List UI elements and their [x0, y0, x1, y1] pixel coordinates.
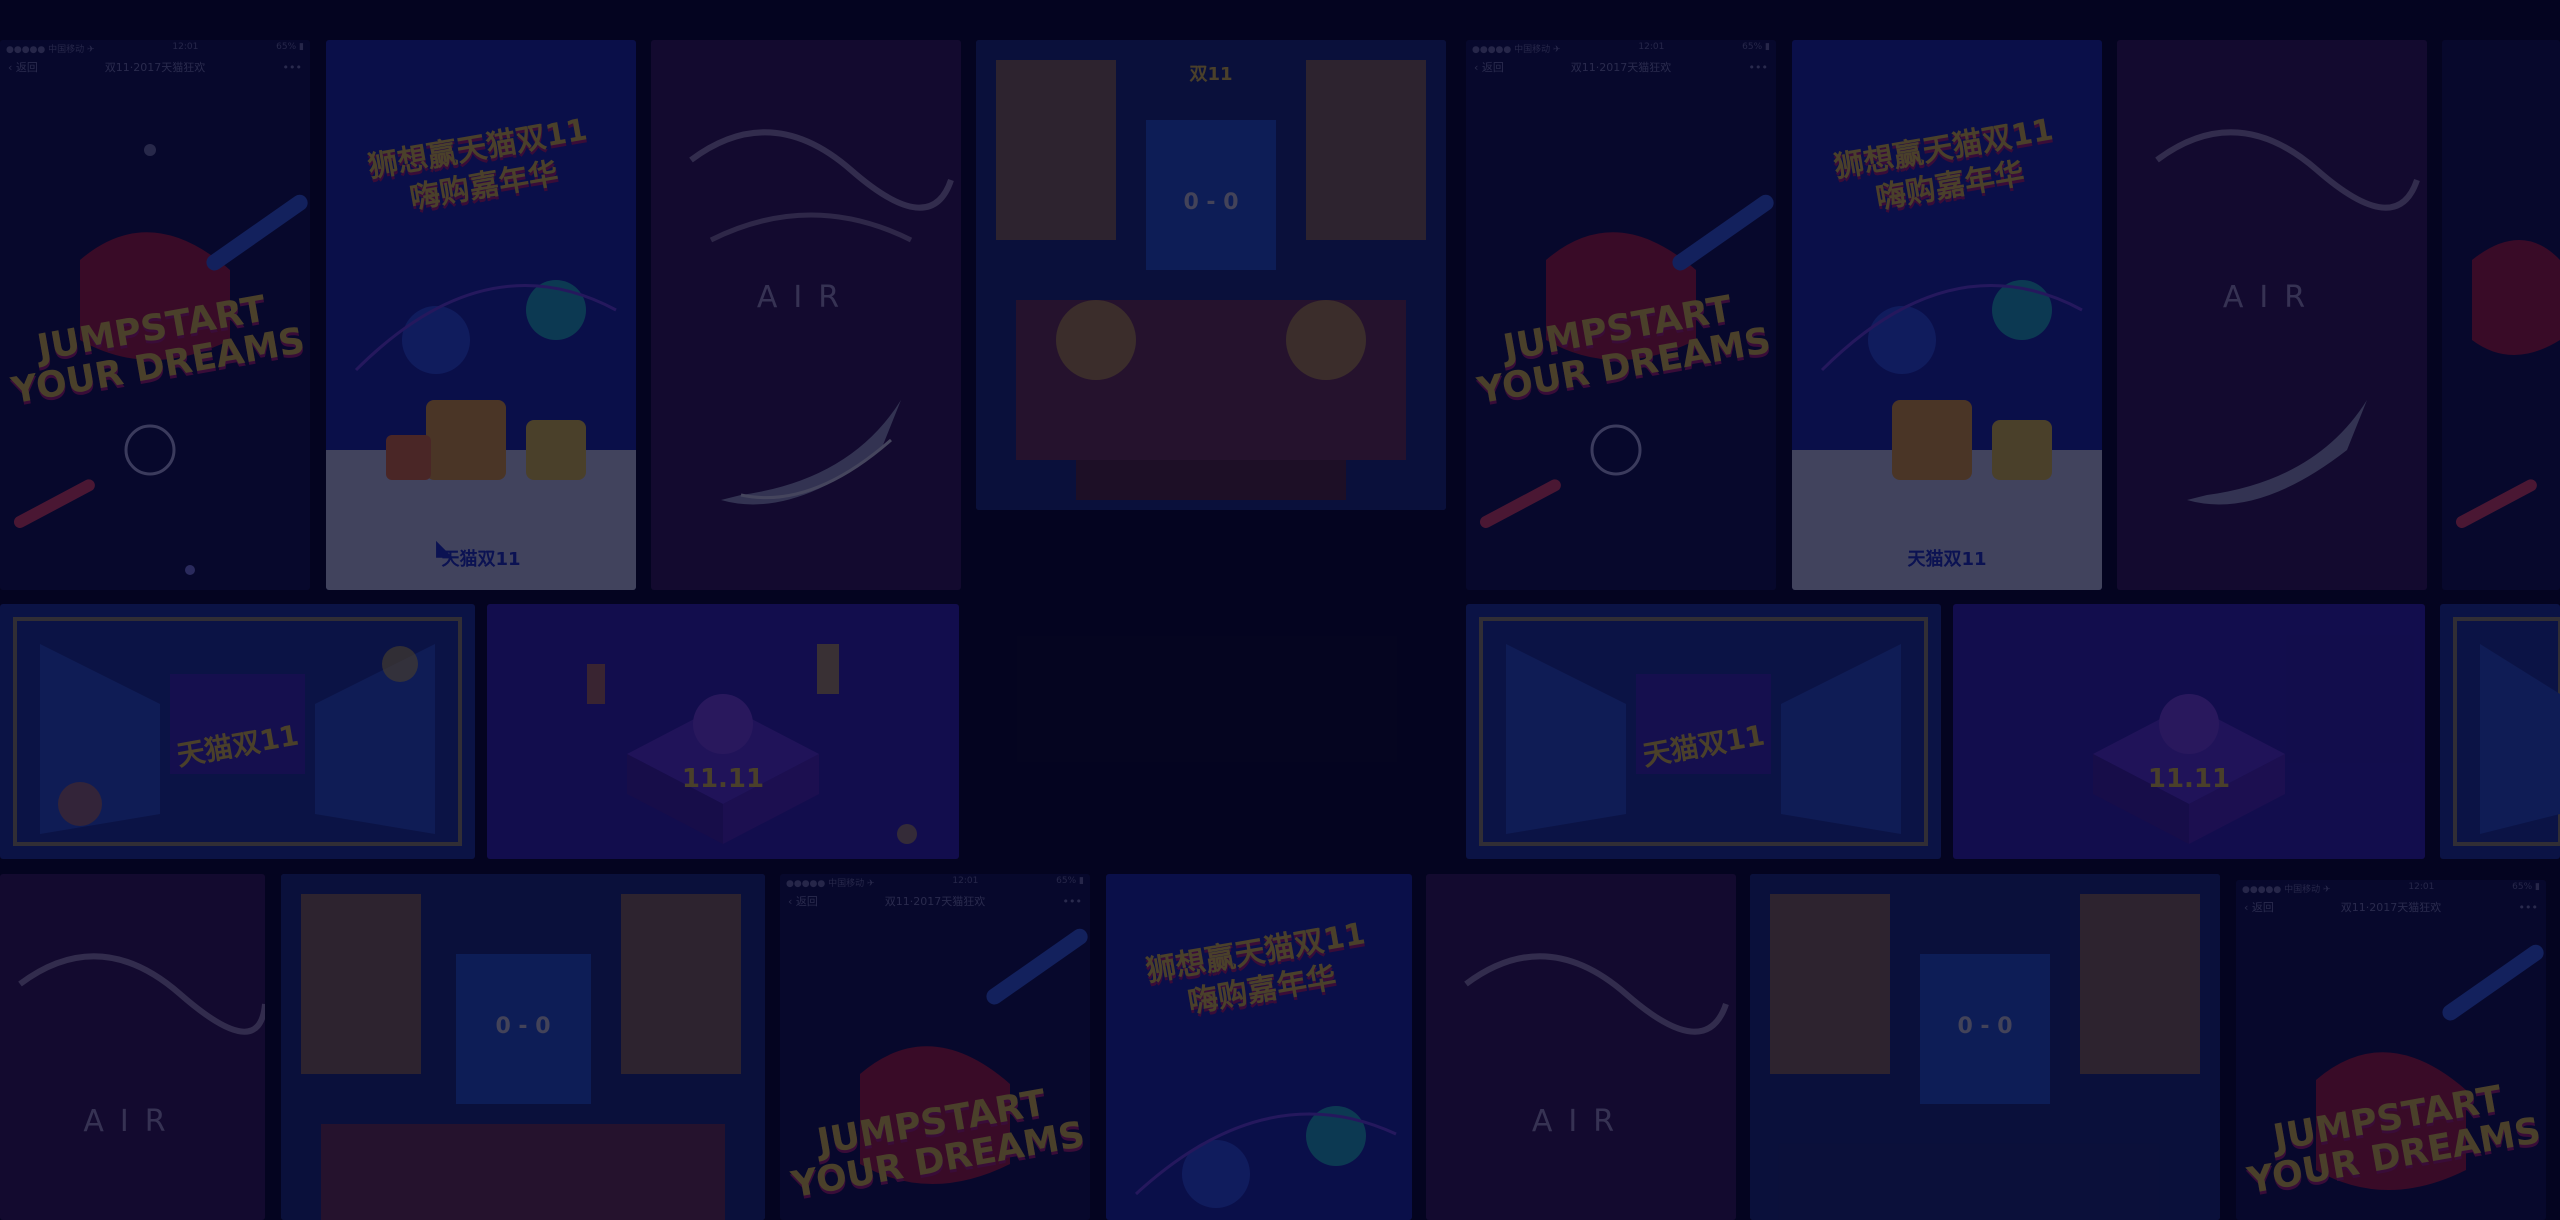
team-score: 0 - 0	[1183, 190, 1239, 215]
campaign-brand: 天猫双11	[441, 549, 521, 570]
stage-artwork	[2453, 617, 2560, 846]
team-artwork	[1750, 874, 2220, 1220]
air-artwork	[689, 129, 954, 505]
phone-poster-jumpstart[interactable]: ●●●●● 中国移动 ✈ 12:01 65% ▮ ‹ 返回 双11·2017天猫…	[780, 874, 1090, 1220]
team-tag: 双11	[1189, 64, 1233, 85]
air-word: AIR	[1531, 1104, 1631, 1139]
phone-poster-jumpstart[interactable]: ●●●●● 中国移动 ✈ 12:01 65% ▮ ‹ 返回 双11·2017天猫…	[2236, 880, 2546, 1220]
isometric-banner[interactable]: 11.11	[487, 604, 959, 859]
phone-poster-jumpstart[interactable]: ●●●●● 中国移动 ✈ 12:01 65% ▮ ‹ 返回 双11·2017天猫…	[0, 40, 310, 590]
air-word: AIR	[756, 280, 856, 315]
mosaic-grid: ●●●●● 中国移动 ✈ 12:01 65% ▮ ‹ 返回 双11·2017天猫…	[0, 0, 2560, 1220]
campaign-brand: 天猫双11	[1907, 549, 1987, 570]
team-artwork	[976, 40, 1446, 510]
iso-title: 11.11	[681, 764, 765, 794]
air-artwork	[18, 953, 265, 1035]
team-poster[interactable]: 0 - 0	[281, 874, 765, 1220]
phone-poster-jumpstart-partial[interactable]	[2442, 40, 2560, 590]
stage-banner-partial[interactable]	[2440, 604, 2560, 859]
air-word: AIR	[2222, 280, 2322, 315]
team-poster[interactable]: 0 - 0	[1750, 874, 2220, 1220]
team-artwork	[281, 874, 765, 1220]
team-poster[interactable]: 0 - 0 双11	[976, 40, 1446, 510]
air-artwork	[2155, 129, 2420, 505]
stage-banner[interactable]: 天猫双11	[1466, 604, 1941, 859]
isometric-banner[interactable]: 11.11	[1953, 604, 2425, 859]
team-score: 0 - 0	[1957, 1014, 2013, 1039]
phone-poster-jumpstart[interactable]: ●●●●● 中国移动 ✈ 12:01 65% ▮ ‹ 返回 双11·2017天猫…	[1466, 40, 1776, 590]
phone-poster-air[interactable]: AIR	[2117, 40, 2427, 590]
phone-poster-air[interactable]: AIR	[0, 874, 265, 1220]
iso-title: 11.11	[2147, 764, 2231, 794]
air-artwork	[1464, 953, 1729, 1035]
team-score: 0 - 0	[495, 1014, 551, 1039]
isometric-artwork	[2093, 694, 2285, 844]
phone-poster-air[interactable]: AIR	[651, 40, 961, 590]
phone-poster-campaign[interactable]: 狮想赢天猫双11 嗨购嘉年华	[1106, 874, 1412, 1220]
air-word: AIR	[83, 1104, 182, 1139]
stage-banner[interactable]: 天猫双11	[0, 604, 475, 859]
jumpstart-artwork	[2455, 240, 2560, 528]
phone-poster-campaign[interactable]: 狮想赢天猫双11 嗨购嘉年华 天猫双11	[1792, 40, 2102, 590]
phone-poster-air[interactable]: AIR	[1426, 874, 1736, 1220]
phone-poster-campaign[interactable]: ◣ 狮想赢天猫双11 嗨购嘉年华 天猫双11	[326, 40, 636, 590]
isometric-artwork	[587, 644, 917, 844]
